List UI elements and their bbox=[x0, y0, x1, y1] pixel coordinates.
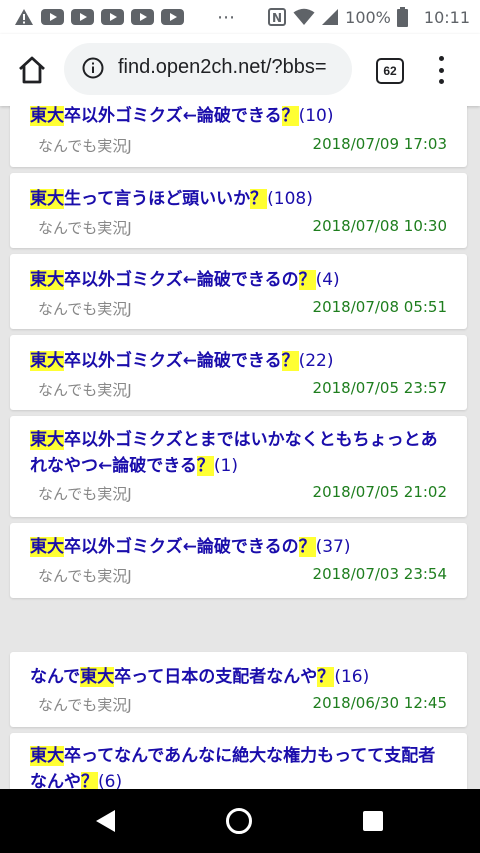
nfc-label: N bbox=[272, 11, 282, 25]
thread-title[interactable]: 東大生って言うほど頭いいか？(108) bbox=[30, 186, 447, 212]
home-icon[interactable] bbox=[16, 54, 48, 86]
thread-card[interactable]: 東大卒以外ゴミクズ←論破できる？(10) なんでも実況J 2018/07/09 … bbox=[10, 106, 467, 167]
notification-icons: ⋯ bbox=[14, 0, 236, 34]
system-nav-bar bbox=[0, 789, 480, 853]
browser-toolbar: find.open2ch.net/?bbs= 62 bbox=[0, 34, 480, 106]
thread-title[interactable]: 東大卒以外ゴミクズ←論破できる？(10) bbox=[30, 106, 447, 129]
thread-title[interactable]: 東大卒以外ゴミクズ←論破できる？(22) bbox=[30, 348, 447, 374]
battery-percent: 100% bbox=[345, 7, 391, 27]
clock: 10:11 bbox=[423, 7, 470, 27]
thread-date: 2018/07/08 10:30 bbox=[312, 217, 447, 235]
signal-icon bbox=[322, 9, 339, 25]
system-icons: N 100% 10:11 bbox=[267, 0, 470, 34]
thread-date: 2018/07/05 21:02 bbox=[312, 483, 447, 501]
youtube-icon bbox=[131, 9, 154, 25]
thread-title[interactable]: 東大卒以外ゴミクズ←論破できるの？(4) bbox=[30, 267, 447, 293]
thread-card[interactable]: なんで東大卒って日本の支配者なんや？(16) なんでも実況J 2018/06/3… bbox=[10, 652, 467, 727]
thread-date: 2018/07/03 23:54 bbox=[312, 565, 447, 583]
thread-date: 2018/07/05 23:57 bbox=[312, 379, 447, 397]
result-group: 東大卒以外ゴミクズ←論破できる？(10) なんでも実況J 2018/07/09 … bbox=[10, 106, 467, 610]
battery-icon bbox=[396, 7, 408, 27]
home-circle-icon[interactable] bbox=[225, 807, 253, 835]
board-name: なんでも実況J bbox=[38, 381, 132, 399]
back-icon[interactable] bbox=[93, 808, 119, 834]
status-bar: ⋯ N 100% 10:11 bbox=[0, 0, 480, 34]
thread-title[interactable]: 東大卒以外ゴミクズ←論破できるの？(37) bbox=[30, 534, 447, 560]
thread-card[interactable]: 東大卒以外ゴミクズとまではいかなくともちょっとあれなやつ←論破できる？(1) な… bbox=[10, 416, 467, 517]
thread-date: 2018/07/09 17:03 bbox=[312, 135, 447, 153]
thread-title[interactable]: なんで東大卒って日本の支配者なんや？(16) bbox=[30, 664, 447, 690]
url-bar[interactable]: find.open2ch.net/?bbs= bbox=[64, 43, 352, 95]
board-name: なんでも実況J bbox=[38, 696, 132, 714]
search-results: 東大卒以外ゴミクズ←論破できる？(10) なんでも実況J 2018/07/09 … bbox=[0, 106, 480, 789]
thread-card[interactable]: 東大卒以外ゴミクズ←論破できる？(22) なんでも実況J 2018/07/05 … bbox=[10, 335, 467, 410]
overflow-indicator: ⋯ bbox=[217, 6, 236, 28]
alert-icon bbox=[15, 9, 33, 25]
thread-title[interactable]: 東大卒以外ゴミクズとまではいかなくともちょっとあれなやつ←論破できる？(1) bbox=[30, 427, 447, 479]
url-text[interactable]: find.open2ch.net/?bbs= bbox=[118, 56, 327, 79]
board-name: なんでも実況J bbox=[38, 219, 132, 237]
thread-card[interactable]: 東大卒ってなんであんなに絶大な権力もってて支配者なんや？(6) bbox=[10, 733, 467, 789]
thread-date: 2018/07/08 05:51 bbox=[312, 298, 447, 316]
result-group: なんで東大卒って日本の支配者なんや？(16) なんでも実況J 2018/06/3… bbox=[10, 652, 467, 789]
thread-date: 2018/06/30 12:45 bbox=[312, 694, 447, 712]
thread-card[interactable]: 東大卒以外ゴミクズ←論破できるの？(4) なんでも実況J 2018/07/08 … bbox=[10, 254, 467, 329]
board-name: なんでも実況J bbox=[38, 567, 132, 585]
info-icon[interactable] bbox=[82, 57, 104, 79]
tab-count: 62 bbox=[383, 64, 397, 78]
youtube-icon bbox=[41, 9, 64, 25]
thread-card[interactable]: 東大卒以外ゴミクズ←論破できるの？(37) なんでも実況J 2018/07/03… bbox=[10, 523, 467, 598]
board-name: なんでも実況J bbox=[38, 137, 132, 155]
recents-icon[interactable] bbox=[362, 810, 384, 832]
board-name: なんでも実況J bbox=[38, 485, 132, 503]
youtube-icon bbox=[101, 9, 124, 25]
youtube-icon bbox=[161, 9, 184, 25]
youtube-icon bbox=[71, 9, 94, 25]
tabs-icon[interactable]: 62 bbox=[376, 58, 404, 84]
thread-title[interactable]: 東大卒ってなんであんなに絶大な権力もってて支配者なんや？(6) bbox=[30, 743, 447, 789]
nfc-icon: N bbox=[268, 8, 287, 26]
menu-icon[interactable] bbox=[434, 56, 448, 84]
wifi-icon bbox=[293, 8, 315, 25]
thread-card[interactable]: 東大生って言うほど頭いいか？(108) なんでも実況J 2018/07/08 1… bbox=[10, 173, 467, 248]
board-name: なんでも実況J bbox=[38, 300, 132, 318]
